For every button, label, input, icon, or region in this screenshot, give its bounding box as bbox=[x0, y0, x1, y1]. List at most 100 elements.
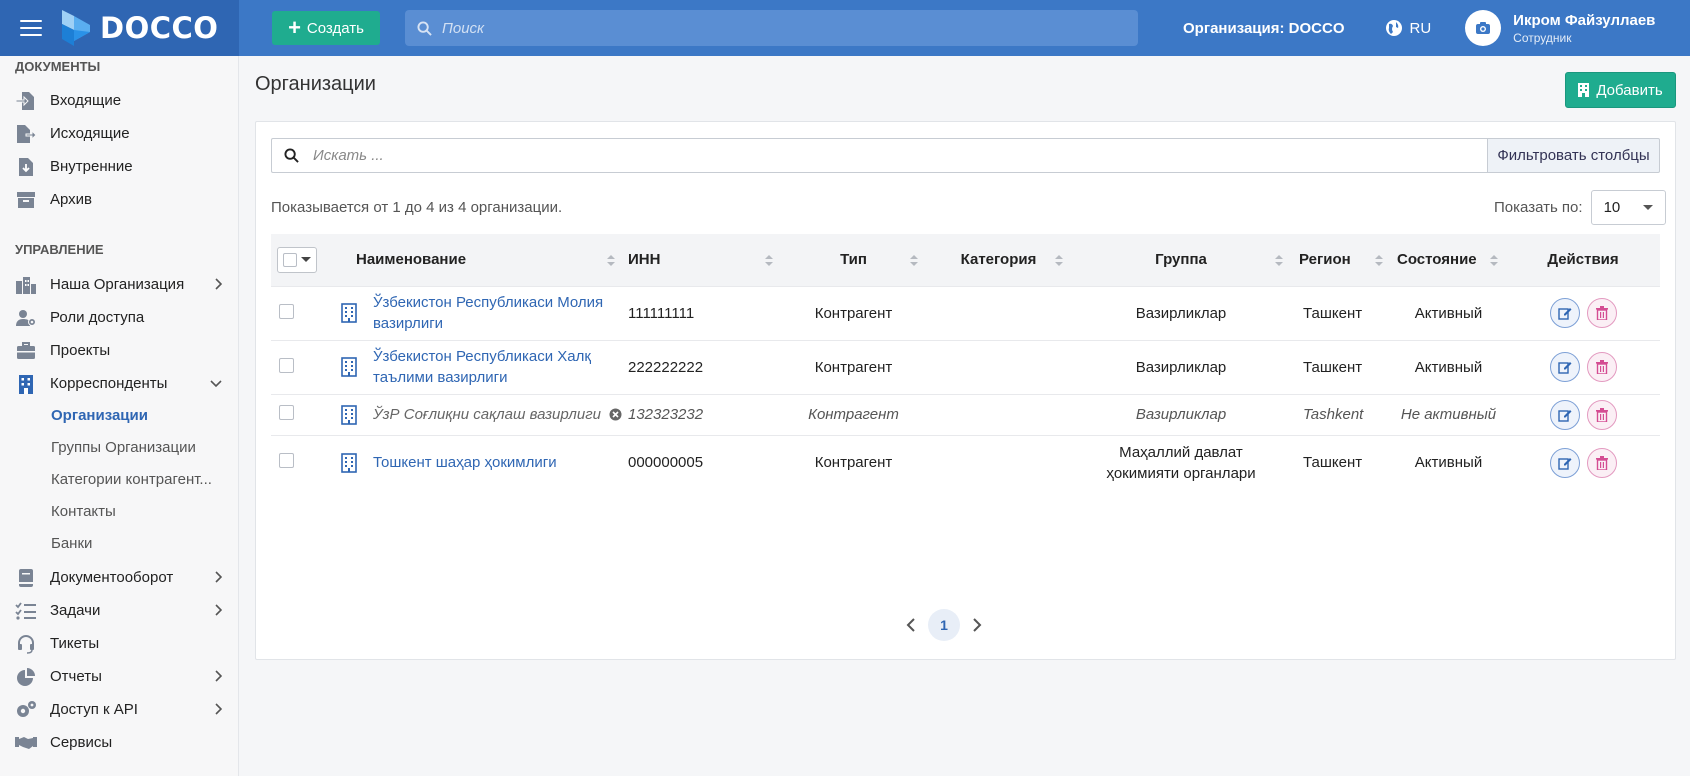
edit-button[interactable] bbox=[1549, 298, 1580, 328]
column-header-status[interactable]: Состояние bbox=[1391, 234, 1506, 286]
sidebar-item-label: Наша Организация bbox=[50, 276, 185, 293]
sidebar-item-tasks[interactable]: Задачи bbox=[0, 594, 238, 627]
delete-button[interactable] bbox=[1586, 447, 1617, 478]
select-all-checkbox[interactable] bbox=[277, 246, 317, 273]
sidebar-item-internal[interactable]: Внутренние bbox=[0, 150, 238, 183]
user-menu[interactable]: Икром Файзуллаев Сотрудник bbox=[1465, 10, 1655, 46]
building-icon bbox=[341, 303, 373, 323]
filter-columns-button[interactable]: Фильтровать столбцы bbox=[1487, 138, 1660, 173]
sidebar-item-label: Доступ к API bbox=[50, 701, 138, 718]
column-header-actions: Действия bbox=[1547, 251, 1619, 269]
row-checkbox[interactable] bbox=[279, 405, 294, 420]
building-icon bbox=[15, 373, 37, 395]
sort-icon bbox=[1275, 255, 1283, 266]
column-header-region[interactable]: Регион bbox=[1291, 234, 1391, 286]
sidebar-item-correspondents[interactable]: Корреспонденты bbox=[0, 367, 238, 400]
sidebar-item-projects[interactable]: Проекты bbox=[0, 334, 238, 367]
sidebar-item-tickets[interactable]: Тикеты bbox=[0, 627, 238, 660]
sidebar-subitem-contacts[interactable]: Контакты bbox=[0, 496, 238, 526]
sidebar-subitem-organizations[interactable]: Организации bbox=[0, 400, 238, 430]
edit-button[interactable] bbox=[1549, 352, 1580, 382]
chevron-right-icon bbox=[215, 571, 222, 583]
sidebar-item-api-access[interactable]: Доступ к API bbox=[0, 693, 238, 726]
row-checkbox[interactable] bbox=[279, 453, 294, 469]
sidebar-subitem-counterparty-categories[interactable]: Категории контрагент... bbox=[0, 464, 238, 494]
language-selector[interactable]: RU bbox=[1385, 19, 1431, 37]
sidebar-item-services[interactable]: Сервисы bbox=[0, 726, 238, 759]
delete-button[interactable] bbox=[1586, 399, 1617, 430]
column-header-category[interactable]: Категория bbox=[926, 234, 1071, 286]
pie-chart-icon bbox=[15, 666, 37, 688]
edit-button[interactable] bbox=[1549, 399, 1580, 430]
menu-toggle-icon[interactable] bbox=[20, 20, 42, 36]
cell-status: Активный bbox=[1391, 434, 1506, 490]
user-info: Икром Файзуллаев Сотрудник bbox=[1513, 12, 1655, 45]
sort-icon bbox=[607, 255, 615, 266]
create-button[interactable]: + Создать bbox=[272, 11, 380, 45]
sort-icon bbox=[1055, 255, 1063, 266]
users-cog-icon bbox=[15, 307, 37, 329]
management-section-title: УПРАВЛЕНИЕ bbox=[15, 242, 104, 257]
table-search-row: Искать ... Фильтровать столбцы bbox=[271, 138, 1660, 173]
organization-name-link[interactable]: ЎзР Соғлиқни сақлаш вазирлиги bbox=[373, 406, 601, 423]
sidebar-item-our-organization[interactable]: Наша Организация bbox=[0, 268, 238, 301]
row-checkbox[interactable] bbox=[279, 357, 294, 373]
column-header-label: Группа bbox=[1155, 251, 1207, 269]
sidebar-item-archive[interactable]: Архив bbox=[0, 183, 238, 216]
table-search-input[interactable]: Искать ... bbox=[271, 138, 1487, 173]
cell-region: Tashkent bbox=[1291, 393, 1391, 435]
sort-icon bbox=[1490, 255, 1498, 266]
sort-icon bbox=[910, 255, 918, 266]
chevron-left-icon[interactable] bbox=[906, 618, 916, 632]
sidebar-item-reports[interactable]: Отчеты bbox=[0, 660, 238, 693]
chevron-right-icon bbox=[215, 703, 222, 715]
sidebar-item-access-roles[interactable]: Роли доступа bbox=[0, 301, 238, 334]
chevron-right-icon bbox=[215, 670, 222, 682]
sidebar-item-label: Тикеты bbox=[50, 635, 100, 652]
headset-icon bbox=[15, 633, 37, 655]
user-role: Сотрудник bbox=[1513, 30, 1572, 45]
sidebar-item-document-flow[interactable]: Документооборот bbox=[0, 561, 238, 594]
sidebar-item-incoming[interactable]: Входящие bbox=[0, 84, 238, 117]
camera-icon bbox=[1476, 22, 1491, 34]
cogs-icon bbox=[15, 699, 37, 721]
row-checkbox[interactable] bbox=[279, 303, 294, 319]
column-header-label: Регион bbox=[1299, 251, 1351, 269]
organizations-table: Наименование ИНН Тип Категория Группа Ре… bbox=[271, 234, 1660, 490]
chevron-right-icon[interactable] bbox=[972, 618, 982, 632]
cell-type: Контрагент bbox=[781, 434, 926, 490]
cell-category bbox=[926, 393, 1071, 435]
column-header-inn[interactable]: ИНН bbox=[623, 234, 781, 286]
page-number[interactable]: 1 bbox=[928, 609, 960, 641]
tasks-icon bbox=[15, 600, 37, 622]
cell-type: Контрагент bbox=[781, 285, 926, 340]
add-organization-button[interactable]: Добавить bbox=[1565, 72, 1676, 108]
sidebar-subitem-banks[interactable]: Банки bbox=[0, 528, 238, 558]
checkbox-box bbox=[283, 252, 297, 267]
global-search-input[interactable]: Поиск bbox=[405, 10, 1138, 46]
logo[interactable]: DOCCO bbox=[58, 8, 218, 48]
delete-button[interactable] bbox=[1586, 298, 1617, 328]
column-header-group[interactable]: Группа bbox=[1071, 234, 1291, 286]
organization-name-link[interactable]: Ўзбекистон Республикаси Молия вазирлиги bbox=[373, 292, 623, 334]
edit-button[interactable] bbox=[1549, 447, 1580, 478]
organization-name-link[interactable]: Ўзбекистон Республикаси Халқ таълими ваз… bbox=[373, 346, 623, 388]
organization-name-link[interactable]: Тошкент шаҳар ҳокимлиги bbox=[373, 452, 557, 473]
column-header-label: Тип bbox=[840, 251, 867, 269]
delete-button[interactable] bbox=[1586, 352, 1617, 382]
sidebar-item-outgoing[interactable]: Исходящие bbox=[0, 117, 238, 150]
pagination: 1 bbox=[906, 609, 982, 641]
column-header-name[interactable]: Наименование bbox=[341, 234, 623, 286]
cell-category bbox=[926, 434, 1071, 490]
table-row: ЎзР Соғлиқни сақлаш вазирлиги 132323232 … bbox=[271, 393, 1660, 435]
city-icon bbox=[15, 274, 37, 296]
sidebar-subitem-organization-groups[interactable]: Группы Организации bbox=[0, 432, 238, 462]
avatar bbox=[1465, 10, 1502, 46]
column-header-type[interactable]: Тип bbox=[781, 234, 926, 286]
building-icon bbox=[341, 357, 373, 377]
cell-category bbox=[926, 339, 1071, 394]
organization-selector[interactable]: Организация: DOCCO bbox=[1183, 20, 1345, 37]
column-header-label: ИНН bbox=[628, 251, 661, 269]
per-page-select[interactable]: 10 bbox=[1590, 190, 1666, 225]
chevron-down-icon bbox=[210, 380, 222, 388]
